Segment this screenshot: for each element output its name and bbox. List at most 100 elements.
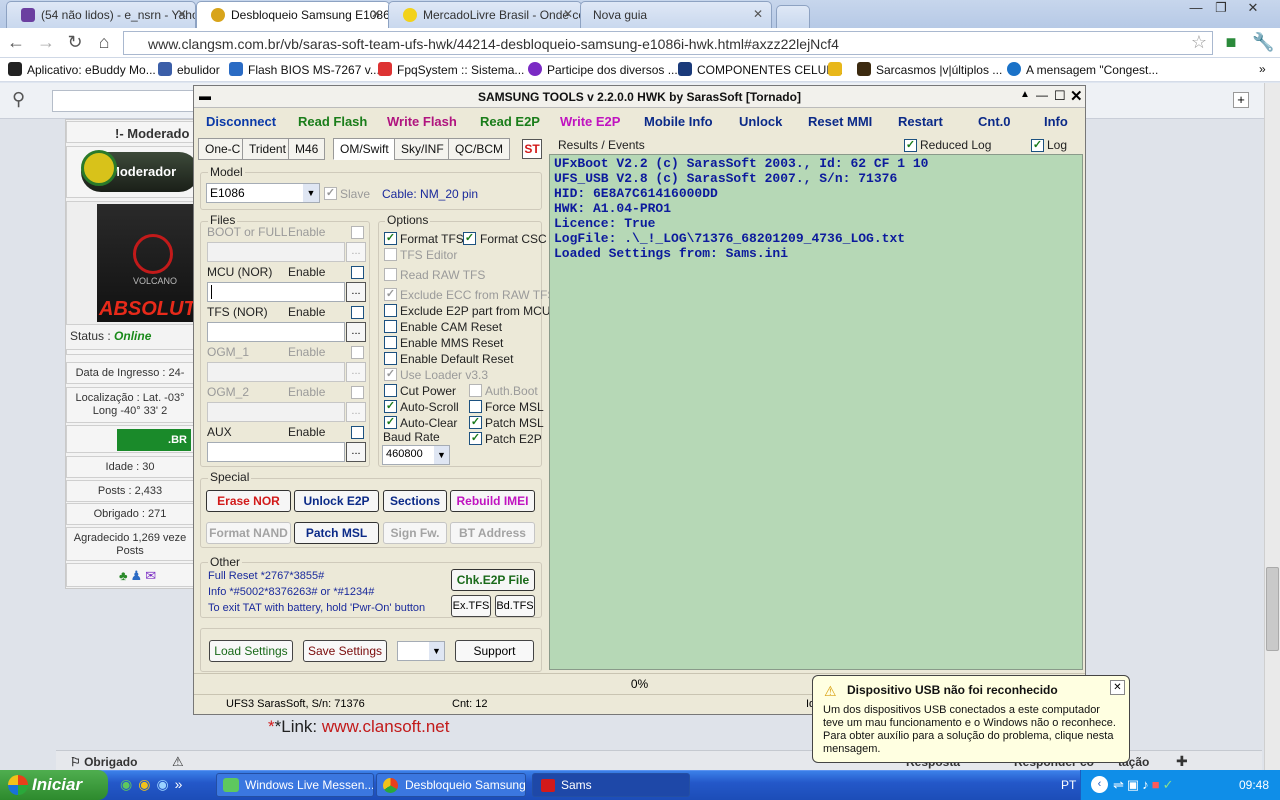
- address-bar[interactable]: www.clangsm.com.br/vb/saras-soft-team-uf…: [123, 31, 1213, 55]
- back-arrow-icon[interactable]: ←: [5, 32, 27, 53]
- auto-clear-checkbox[interactable]: ✓: [384, 416, 397, 429]
- format-tfs-checkbox[interactable]: ✓: [384, 232, 397, 245]
- task-sams[interactable]: Sams: [532, 773, 690, 797]
- tfs-enable-checkbox[interactable]: [351, 306, 364, 319]
- tab-desbloqueio[interactable]: Desbloqueio Samsung E1086i ✕: [196, 1, 390, 28]
- read-flash-button[interactable]: Read Flash: [298, 114, 367, 129]
- tab-sky-inf[interactable]: Sky/INF: [394, 138, 451, 160]
- bookmark-ebulidor[interactable]: ebulidor: [158, 62, 220, 77]
- ogm2-file-field[interactable]: [207, 402, 345, 422]
- language-indicator[interactable]: PT: [1061, 778, 1076, 792]
- close-icon[interactable]: ✕: [1110, 680, 1125, 695]
- support-button[interactable]: Support: [455, 640, 534, 662]
- bookmark-ebuddy[interactable]: Aplicativo: eBuddy Mo...: [8, 62, 156, 77]
- close-icon[interactable]: ✕: [371, 7, 381, 21]
- wrench-icon[interactable]: 🔧: [1252, 32, 1274, 53]
- auth-boot-checkbox[interactable]: [469, 384, 482, 397]
- bt-address-button[interactable]: BT Address: [450, 522, 535, 544]
- model-select[interactable]: E1086 ▼: [206, 183, 320, 203]
- minimize-icon[interactable]: —: [1183, 0, 1209, 15]
- ogm1-file-field[interactable]: [207, 362, 345, 382]
- boot-file-field[interactable]: [207, 242, 345, 262]
- clock[interactable]: 09:48: [1239, 778, 1269, 792]
- patch-msl-button[interactable]: Patch MSL: [294, 522, 379, 544]
- exclude-e2p-checkbox[interactable]: [384, 304, 397, 317]
- mcu-file-field[interactable]: [207, 282, 345, 302]
- add-icon[interactable]: +: [1233, 92, 1249, 108]
- cam-reset-checkbox[interactable]: [384, 320, 397, 333]
- info-button[interactable]: Info: [1044, 114, 1068, 129]
- mcu-browse-button[interactable]: ...: [346, 282, 366, 302]
- tfs-file-field[interactable]: [207, 322, 345, 342]
- force-msl-checkbox[interactable]: [469, 400, 482, 413]
- tfs-browse-button[interactable]: ...: [346, 322, 366, 342]
- bookmark-participe[interactable]: Participe dos diversos ...: [528, 62, 678, 77]
- baud-rate-select[interactable]: 460800 ▼: [382, 445, 450, 465]
- format-csc-checkbox[interactable]: ✓: [463, 232, 476, 245]
- bd-tfs-button[interactable]: Bd.TFS: [495, 595, 535, 617]
- tab-m46[interactable]: M46: [288, 138, 326, 160]
- scroll-up-icon[interactable]: ▲: [1020, 89, 1030, 100]
- tab-one-c[interactable]: One-C: [198, 138, 248, 160]
- reload-icon[interactable]: ↻: [64, 32, 86, 53]
- boot-enable-checkbox[interactable]: [351, 226, 364, 239]
- aux-file-field[interactable]: [207, 442, 345, 462]
- page-scrollbar[interactable]: [1264, 83, 1280, 773]
- home-icon[interactable]: ⌂: [93, 32, 115, 53]
- sign-fw-button[interactable]: Sign Fw.: [383, 522, 447, 544]
- use-loader-checkbox[interactable]: ✓: [384, 368, 397, 381]
- bookmark-componentes[interactable]: COMPONENTES CELUL...: [678, 62, 843, 77]
- bookmark-flash-bios[interactable]: Flash BIOS MS-7267 v...: [229, 62, 380, 77]
- exclude-ecc-checkbox[interactable]: ✓: [384, 288, 397, 301]
- st-button[interactable]: ST: [522, 139, 542, 159]
- tab-qc-bcm[interactable]: QC/BCM: [448, 138, 510, 160]
- scrollbar-thumb[interactable]: [1266, 567, 1279, 651]
- default-reset-checkbox[interactable]: [384, 352, 397, 365]
- unlock-e2p-button[interactable]: Unlock E2P: [294, 490, 379, 512]
- more-bookmarks-icon[interactable]: »: [1259, 62, 1266, 76]
- multiquote-icon[interactable]: ✚: [1176, 753, 1188, 770]
- restart-button[interactable]: Restart: [898, 114, 943, 129]
- disconnect-button[interactable]: Disconnect: [206, 114, 276, 129]
- patch-msl-checkbox[interactable]: ✓: [469, 416, 482, 429]
- clansoft-link[interactable]: www.clansoft.net: [322, 717, 450, 736]
- aux-browse-button[interactable]: ...: [346, 442, 366, 462]
- new-tab-button[interactable]: [776, 5, 810, 28]
- read-raw-tfs-checkbox[interactable]: [384, 268, 397, 281]
- search-icon[interactable]: ⚲: [12, 89, 25, 110]
- ex-tfs-button[interactable]: Ex.TFS: [451, 595, 491, 617]
- boot-browse-button[interactable]: ...: [346, 242, 366, 262]
- save-settings-button[interactable]: Save Settings: [303, 640, 387, 662]
- log-checkbox[interactable]: ✓: [1031, 139, 1044, 152]
- format-nand-button[interactable]: Format NAND: [206, 522, 291, 544]
- slave-checkbox[interactable]: ✓: [324, 187, 337, 200]
- tab-mercadolivre[interactable]: MercadoLivre Brasil - Onde co ✕: [388, 1, 582, 28]
- tab-om-swift[interactable]: OM/Swift: [333, 138, 396, 160]
- load-settings-button[interactable]: Load Settings: [209, 640, 293, 662]
- mms-reset-checkbox[interactable]: [384, 336, 397, 349]
- erase-nor-button[interactable]: Erase NOR: [206, 490, 291, 512]
- close-icon[interactable]: ✕: [1070, 87, 1083, 105]
- cut-power-checkbox[interactable]: [384, 384, 397, 397]
- restore-icon[interactable]: ❐: [1208, 0, 1234, 16]
- maximize-icon[interactable]: ☐: [1054, 88, 1066, 104]
- report-icon[interactable]: ⚠: [172, 754, 184, 770]
- reset-mmi-button[interactable]: Reset MMI: [808, 114, 872, 129]
- ogm1-browse-button[interactable]: ...: [346, 362, 366, 382]
- bookmark-sarcasmos[interactable]: Sarcasmos |v|últiplos ...: [857, 62, 1002, 77]
- mobile-info-button[interactable]: Mobile Info: [644, 114, 713, 129]
- chk-e2p-button[interactable]: Chk.E2P File: [451, 569, 535, 591]
- extension-icon[interactable]: ■: [1220, 32, 1242, 53]
- sections-button[interactable]: Sections: [383, 490, 447, 512]
- results-log[interactable]: UFxBoot V2.2 (c) SarasSoft 2003., Id: 62…: [549, 154, 1083, 670]
- ogm2-enable-checkbox[interactable]: [351, 386, 364, 399]
- forward-arrow-icon[interactable]: →: [35, 32, 57, 53]
- aux-enable-checkbox[interactable]: [351, 426, 364, 439]
- unlock-button[interactable]: Unlock: [739, 114, 782, 129]
- star-icon[interactable]: ☆: [1188, 32, 1210, 53]
- tab-nova-guia[interactable]: Nova guia ✕: [580, 1, 772, 28]
- write-e2p-button[interactable]: Write E2P: [560, 114, 620, 129]
- settings-profile-select[interactable]: ▼: [397, 641, 445, 661]
- quick-launch[interactable]: ◉◉◉»: [120, 776, 188, 793]
- reduced-log-checkbox[interactable]: ✓: [904, 139, 917, 152]
